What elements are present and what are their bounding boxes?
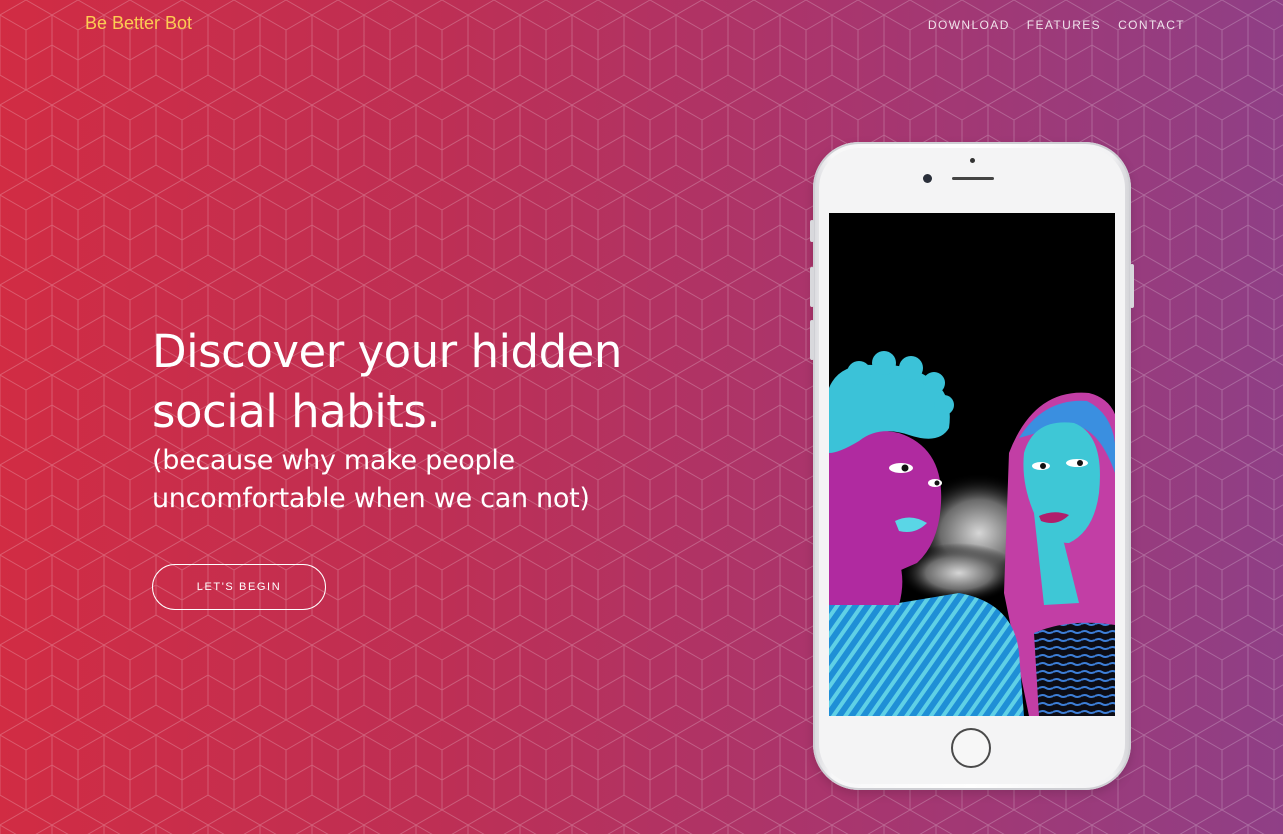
subhead-line-1: (because why make people [152, 445, 515, 476]
phone-mockup [810, 142, 1134, 790]
phone-volume-up [810, 267, 814, 307]
nav-link-contact[interactable]: CONTACT [1118, 18, 1185, 32]
phone-mute-switch [810, 220, 814, 242]
people-illustration [829, 213, 1115, 716]
hero-text: Discover your hidden social habits. (bec… [152, 322, 672, 518]
phone-volume-down [810, 320, 814, 360]
nav-link-features[interactable]: FEATURES [1027, 18, 1101, 32]
nav-link-download[interactable]: DOWNLOAD [928, 18, 1010, 32]
nav-links: DOWNLOAD FEATURES CONTACT [928, 18, 1185, 32]
phone-screen [829, 213, 1115, 716]
subhead-line-2: uncomfortable when we can not) [152, 483, 590, 514]
brand-logo-link[interactable]: Be Better Bot [85, 13, 192, 34]
headline-line-2: social habits. [152, 385, 441, 438]
top-navbar: Be Better Bot DOWNLOAD FEATURES CONTACT [0, 0, 1283, 50]
phone-power-button [1130, 264, 1134, 308]
phone-front-camera [923, 174, 932, 183]
hero-headline: Discover your hidden social habits. [152, 322, 672, 442]
headline-line-1: Discover your hidden [152, 325, 622, 378]
phone-speaker [952, 177, 994, 180]
phone-sensor [970, 158, 975, 163]
phone-home-button [951, 728, 991, 768]
hero-subheading: (because why make people uncomfortable w… [152, 442, 672, 518]
lets-begin-button[interactable]: LET'S BEGIN [152, 564, 326, 610]
